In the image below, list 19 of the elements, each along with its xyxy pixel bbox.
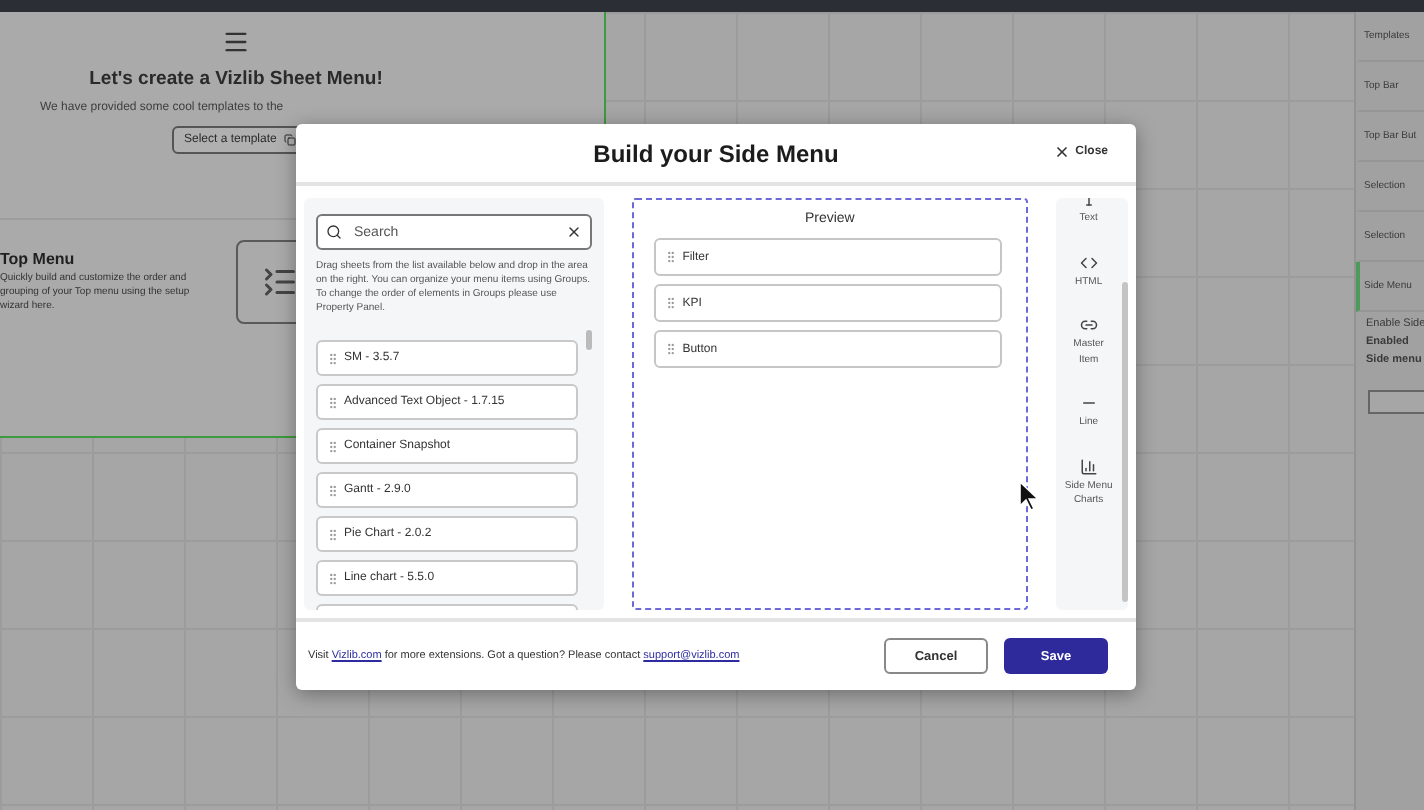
scrollbar-thumb[interactable] <box>1122 282 1128 602</box>
list-icon <box>262 264 298 300</box>
bar-chart-icon <box>1079 457 1098 475</box>
search-icon <box>326 224 342 240</box>
link-icon <box>1079 316 1098 334</box>
top-menu-title: Top Menu <box>0 250 77 269</box>
code-icon <box>1079 253 1098 271</box>
menu-title: Let's create a Vizlib Sheet Menu! <box>89 68 383 90</box>
copy-icon <box>284 134 297 146</box>
mouse-cursor-icon <box>1020 482 1040 512</box>
input-field[interactable] <box>1368 390 1424 414</box>
dialog-title: Build your Side Menu <box>593 139 839 167</box>
drag-handle-icon <box>664 342 679 356</box>
drag-handle-icon <box>664 296 679 310</box>
close-icon <box>1053 144 1070 160</box>
clear-icon[interactable] <box>566 224 583 240</box>
menu-icon <box>222 28 250 56</box>
scrollbar-thumb[interactable] <box>586 330 593 350</box>
drag-handle-icon <box>664 250 679 264</box>
